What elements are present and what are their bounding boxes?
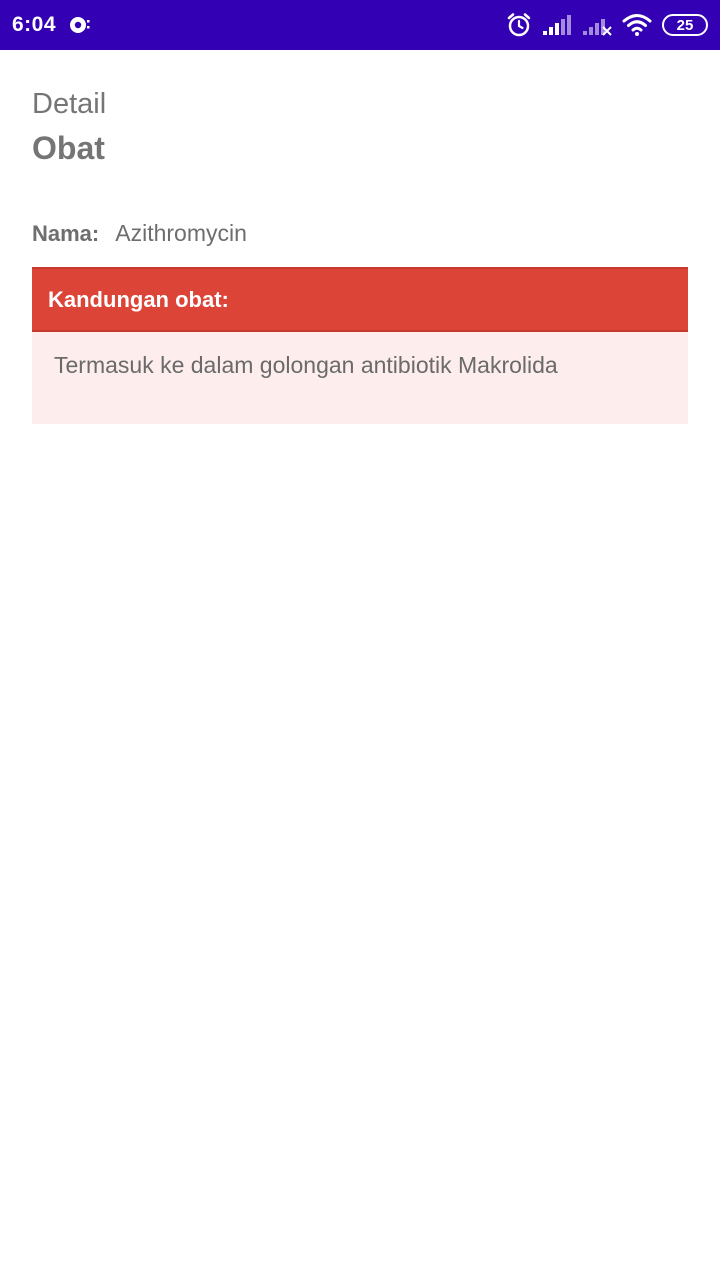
drug-content-body: Termasuk ke dalam golongan antibiotik Ma… [32,332,688,424]
drug-name-label: Nama: [32,221,100,246]
page-title: Obat [32,130,105,166]
drug-name-row: Nama: Azithromycin [32,220,247,247]
drug-content-card: Kandungan obat: Termasuk ke dalam golong… [32,267,688,424]
status-left: 6:04 [12,13,92,37]
status-right: 25 [506,12,708,38]
page-subtitle: Detail [32,88,107,120]
alarm-icon [506,12,532,38]
wifi-icon [622,13,652,37]
sync-icon [68,15,92,35]
page-title-block: Detail Obat [32,86,106,168]
battery-icon: 25 [662,14,708,36]
signal-icon [542,14,572,36]
drug-name-value: Azithromycin [115,220,247,246]
status-time: 6:04 [12,13,57,36]
signal-no-sim-icon [582,14,612,36]
drug-content-header: Kandungan obat: [32,267,688,332]
status-bar: 6:04 25 [0,0,720,50]
